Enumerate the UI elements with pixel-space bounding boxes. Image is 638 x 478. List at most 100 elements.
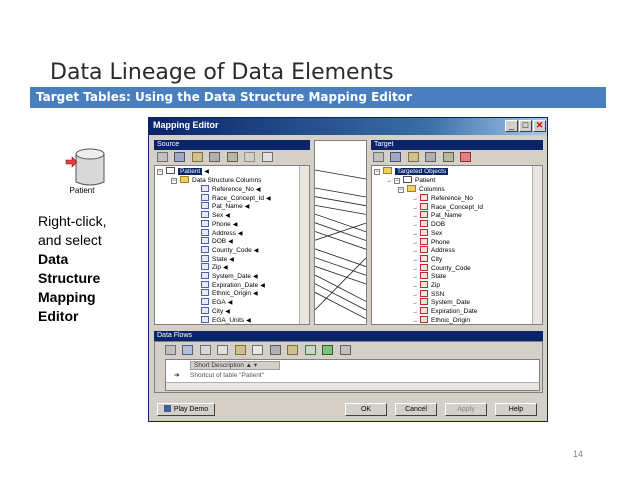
help-button[interactable]: Help — [495, 403, 537, 416]
source-column-row[interactable]: Pat_Name ◀ — [201, 202, 251, 211]
target-table-label: Patient — [415, 177, 436, 184]
source-column-row[interactable]: Ethnic_Origin ◀ — [201, 289, 260, 298]
mapping-link-line — [314, 257, 367, 276]
close-button[interactable]: ✕ — [533, 120, 546, 132]
source-column-row[interactable]: Race_Concept_Id ◀ — [201, 193, 273, 203]
target-table-row[interactable]: → − Patient — [384, 176, 435, 185]
source-column-row[interactable]: Sex ◀ — [201, 211, 232, 220]
filter-icon[interactable] — [287, 345, 299, 355]
target-column-row[interactable]: → DOB — [410, 220, 445, 229]
play-demo-icon — [163, 405, 171, 412]
mapping-arrow-icon: → — [412, 309, 418, 316]
print-icon[interactable] — [339, 345, 351, 355]
mapping-link-line — [314, 248, 367, 267]
target-scrollbar[interactable] — [532, 166, 542, 324]
mapping-arrow-icon: ◀ — [246, 317, 251, 324]
mapping-arrow-icon: → — [412, 317, 418, 324]
source-column-row[interactable]: County_Code ◀ — [201, 245, 260, 255]
column-icon — [201, 211, 209, 219]
properties-icon[interactable] — [165, 345, 176, 355]
target-column-label: System_Date — [431, 299, 471, 307]
target-tree-pane[interactable]: − Targeted Objects → − Patient − Columns → Re… — [371, 165, 543, 325]
mapping-link-line — [314, 292, 367, 320]
delete-icon[interactable] — [252, 345, 264, 355]
target-column-row[interactable]: → Race_Concept_Id — [410, 202, 483, 212]
source-column-row[interactable]: Expiration_Date ◀ — [201, 280, 267, 290]
data-flows-grid[interactable]: Short Description ▲ ▾ ➔ Shortcut of tabl… — [165, 359, 540, 391]
target-column-row[interactable]: → Zip — [410, 281, 440, 290]
filter-icon[interactable] — [407, 152, 419, 162]
source-group-row[interactable]: − Data Structure Columns — [171, 176, 261, 185]
target-column-row[interactable]: → Expiration_Date — [410, 307, 477, 316]
target-column-row[interactable]: → Ethnic_Origin — [410, 315, 470, 325]
cancel-button[interactable]: Cancel — [395, 403, 437, 416]
column-icon — [201, 280, 209, 288]
target-column-row[interactable]: → System_Date — [410, 298, 470, 307]
table-row[interactable]: ➔ Shortcut of table "Patient" — [166, 371, 526, 380]
source-column-row[interactable]: Reference_No ◀ — [201, 185, 263, 194]
find-icon[interactable] — [269, 345, 281, 355]
source-column-row[interactable]: Zip ◀ — [201, 263, 230, 272]
customize-columns-icon[interactable] — [304, 345, 316, 355]
maximize-button[interactable]: □ — [519, 120, 532, 132]
mapping-link-line — [314, 274, 367, 302]
mapping-link-line — [314, 265, 367, 285]
source-column-label: Phone — [212, 220, 231, 228]
target-column-row[interactable]: → City — [410, 254, 442, 264]
source-column-row[interactable]: EGA ◀ — [201, 298, 234, 307]
mapping-arrow-icon: ◀ — [255, 187, 261, 193]
table-icon — [166, 167, 175, 174]
dropdown-icon[interactable] — [244, 152, 256, 162]
find-icon[interactable] — [209, 152, 221, 162]
target-column-row[interactable]: → Sex — [410, 228, 442, 238]
source-column-label: State — [212, 255, 228, 263]
new-icon[interactable] — [261, 152, 273, 162]
source-column-label: Race_Concept_Id — [212, 194, 265, 202]
window-titlebar[interactable]: Mapping Editor _ □ ✕ — [149, 118, 547, 135]
properties-icon[interactable] — [373, 152, 384, 162]
target-column-row[interactable]: → SSN — [410, 289, 444, 299]
source-root-row[interactable]: − Patient ◀ — [157, 167, 211, 176]
source-column-row[interactable]: City ◀ — [201, 306, 232, 316]
minimize-button[interactable]: _ — [505, 120, 518, 132]
source-column-label: Address — [212, 229, 236, 237]
apply-button[interactable]: Apply — [445, 403, 487, 416]
filter-icon[interactable] — [191, 152, 203, 162]
grid-icon[interactable] — [182, 345, 194, 355]
target-column-row[interactable]: → County_Code — [410, 263, 471, 273]
source-column-row[interactable]: Address ◀ — [201, 228, 244, 238]
paste-icon[interactable] — [234, 345, 246, 355]
ok-button[interactable]: OK — [345, 403, 387, 416]
mapping-link-line — [314, 231, 367, 250]
source-column-row[interactable]: DOB ◀ — [201, 237, 235, 246]
target-root-row[interactable]: − Targeted Objects — [374, 167, 449, 176]
export-icon[interactable] — [322, 345, 334, 355]
target-group-row[interactable]: − Columns — [398, 185, 445, 194]
target-column-row[interactable]: → Pat_Name — [410, 211, 462, 220]
delete-icon[interactable] — [460, 152, 472, 162]
cut-icon[interactable] — [199, 345, 211, 355]
tools-icon[interactable] — [226, 152, 238, 162]
source-column-row[interactable]: EGA_Units ◀ — [201, 315, 253, 325]
patient-icon-label: Patient — [69, 186, 95, 195]
target-column-row[interactable]: → Phone — [410, 237, 450, 247]
target-column-row[interactable]: → State — [410, 272, 446, 281]
mapping-arrow-icon: → — [412, 196, 418, 202]
properties-icon[interactable] — [157, 152, 168, 162]
copy-icon[interactable] — [217, 345, 229, 355]
source-scrollbar[interactable] — [299, 166, 309, 324]
save-icon[interactable] — [390, 152, 402, 162]
tools-icon[interactable] — [442, 152, 454, 162]
save-icon[interactable] — [174, 152, 186, 162]
source-column-row[interactable]: Phone ◀ — [201, 219, 239, 229]
find-icon[interactable] — [425, 152, 437, 162]
target-column-row[interactable]: → Address — [410, 246, 455, 255]
play-demo-button[interactable]: Play Demo — [157, 403, 215, 416]
short-description-column-header[interactable]: Short Description ▲ ▾ — [190, 361, 280, 370]
source-column-row[interactable]: System_Date ◀ — [201, 272, 260, 281]
window-title: Mapping Editor — [153, 120, 219, 130]
source-column-row[interactable]: State ◀ — [201, 254, 236, 264]
source-tree-pane[interactable]: − Patient ◀ − Data Structure Columns Refere… — [154, 165, 310, 325]
grid-horizontal-scrollbar[interactable] — [166, 382, 539, 390]
target-column-row[interactable]: → Reference_No — [410, 194, 473, 203]
